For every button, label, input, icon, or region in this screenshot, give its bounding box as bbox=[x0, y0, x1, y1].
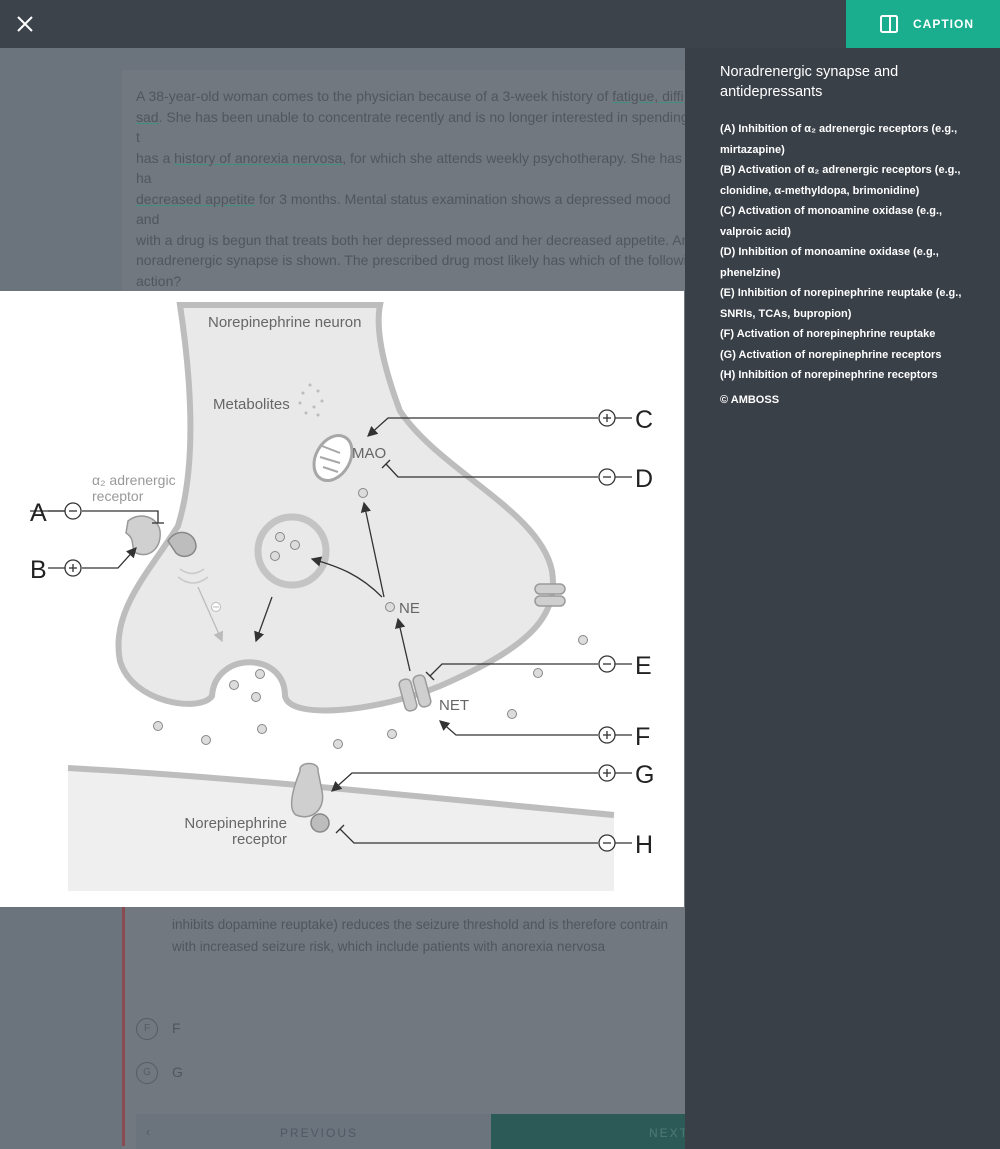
previous-button[interactable]: ‹ PREVIOUS bbox=[136, 1114, 491, 1149]
letter-c: C bbox=[635, 406, 653, 434]
caption-button-label: CAPTION bbox=[913, 17, 974, 31]
legend-item: (F) Activation of norepinephrine reuptak… bbox=[720, 328, 936, 340]
presynaptic-neuron bbox=[115, 302, 556, 714]
legend-item: (D) Inhibition of monoamine oxidase (e.g… bbox=[720, 246, 939, 279]
letter-f: F bbox=[635, 723, 650, 751]
explanation-marker bbox=[122, 906, 125, 1146]
legend-item: (E) Inhibition of norepinephrine reuptak… bbox=[720, 287, 962, 320]
question-highlight[interactable]: fatigue, diffi bbox=[612, 88, 683, 104]
legend-item: (H) Inhibition of norepinephrine recepto… bbox=[720, 369, 938, 381]
question-text-part: has a bbox=[136, 149, 175, 166]
letter-d: D bbox=[635, 465, 653, 493]
next-button-label: NEXT bbox=[649, 1126, 685, 1140]
metabolites-label: Metabolites bbox=[213, 396, 290, 413]
legend-item: (G) Activation of norepinephrine recepto… bbox=[720, 348, 942, 361]
synapse-figure: Norepinephrine neuron Metabolites MAO NE… bbox=[0, 291, 684, 907]
letter-h: H bbox=[635, 831, 653, 859]
exocytosis-vesicle bbox=[229, 669, 265, 702]
letter-e: E bbox=[635, 652, 652, 680]
legend-item: (B) Activation of α₂ adrenergic receptor… bbox=[720, 164, 961, 197]
question-highlight[interactable]: decreased appetite bbox=[136, 191, 255, 207]
caption-legend: (A) Inhibition of α₂ adrenergic receptor… bbox=[720, 119, 980, 386]
explanation-text: inhibits dopamine reuptake) reduces the … bbox=[172, 914, 685, 958]
alpha2-label: α₂ adrenergic bbox=[92, 472, 176, 488]
option-g-label[interactable]: G bbox=[172, 1064, 183, 1080]
receptor-label: Norepinephrine bbox=[184, 815, 287, 832]
mao-label: MAO bbox=[352, 445, 386, 462]
receptor-label-line2: receptor bbox=[232, 831, 287, 848]
question-navigation: ‹ PREVIOUS NEXT bbox=[136, 1114, 685, 1149]
question-text: A 38-year-old woman comes to the physici… bbox=[136, 86, 685, 291]
explanation-line: with increased seizure risk, which inclu… bbox=[172, 939, 605, 954]
close-button[interactable] bbox=[12, 11, 38, 37]
option-f-radio[interactable]: F bbox=[136, 1018, 158, 1040]
next-button[interactable]: NEXT bbox=[491, 1114, 685, 1149]
letter-b: B bbox=[30, 556, 47, 584]
synaptic-vesicle bbox=[254, 513, 330, 589]
question-highlight[interactable]: sad bbox=[136, 109, 159, 125]
net-label: NET bbox=[439, 697, 469, 714]
neuron-label: Norepinephrine neuron bbox=[208, 314, 361, 331]
question-text-part: action? bbox=[136, 272, 182, 289]
close-icon bbox=[17, 16, 33, 32]
option-f-label[interactable]: F bbox=[172, 1020, 181, 1036]
question-text-part: noradrenergic synapse is shown. The pres… bbox=[136, 252, 685, 268]
letter-a: A bbox=[30, 499, 47, 527]
chevron-left-icon: ‹ bbox=[146, 1125, 152, 1139]
panel-toggle-icon bbox=[880, 15, 898, 33]
question-text-part: A 38-year-old woman comes to the physici… bbox=[136, 88, 613, 104]
synapse-diagram: Norepinephrine neuron Metabolites MAO NE… bbox=[30, 302, 654, 891]
explanation-line: inhibits dopamine reuptake) reduces the … bbox=[172, 917, 669, 932]
ne-label: NE bbox=[399, 600, 420, 617]
copyright: © AMBOSS bbox=[720, 394, 780, 406]
previous-button-label: PREVIOUS bbox=[280, 1126, 359, 1140]
option-g-radio[interactable]: G bbox=[136, 1062, 158, 1084]
question-text-part: . She has been unable to concentrate rec… bbox=[136, 108, 685, 146]
legend-item: (C) Activation of monoamine oxidase (e.g… bbox=[720, 205, 943, 238]
caption-panel: Noradrenergic synapse and antidepressant… bbox=[685, 48, 1000, 1149]
legend-item: (A) Inhibition of α₂ adrenergic receptor… bbox=[720, 123, 958, 156]
top-bar: CAPTION bbox=[0, 0, 1000, 48]
alpha2-label-line2: receptor bbox=[92, 488, 144, 504]
caption-title: Noradrenergic synapse and antidepressant… bbox=[720, 64, 899, 100]
letter-g: G bbox=[635, 761, 654, 789]
question-highlight[interactable]: history of anorexia nervosa bbox=[174, 150, 342, 166]
caption-button[interactable]: CAPTION bbox=[846, 0, 1000, 48]
question-text-part: with a drug is begun that treats both he… bbox=[136, 231, 685, 248]
